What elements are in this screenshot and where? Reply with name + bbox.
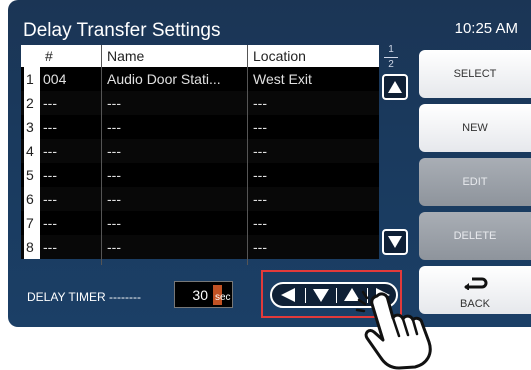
- new-button[interactable]: NEW: [419, 104, 531, 152]
- table-row[interactable]: 1 004 Audio Door Stati... West Exit: [21, 67, 379, 91]
- row-index: 4: [24, 139, 40, 163]
- pointing-hand-icon: [355, 290, 432, 370]
- row-number: ---: [43, 191, 57, 207]
- select-button[interactable]: SELECT: [419, 50, 531, 98]
- row-name: Audio Door Stati...: [107, 71, 221, 87]
- row-location: ---: [253, 95, 267, 111]
- table-row[interactable]: 5 --- --- ---: [21, 163, 379, 187]
- edit-button[interactable]: EDIT: [419, 158, 531, 206]
- header-location: Location: [253, 48, 306, 64]
- cursor-down-button[interactable]: [307, 286, 335, 304]
- row-number: 004: [43, 71, 67, 87]
- cursor-left-button[interactable]: [275, 286, 303, 304]
- scroll-down-icon: [388, 236, 402, 248]
- scroll-up-icon: [388, 81, 402, 93]
- row-name: ---: [107, 239, 121, 255]
- row-number: ---: [43, 143, 57, 159]
- back-arrow-icon: [464, 277, 488, 290]
- row-index: 6: [24, 187, 40, 211]
- column-divider: [101, 45, 102, 265]
- delay-timer-label: DELAY TIMER --------: [27, 290, 141, 304]
- fraction-bar: [384, 57, 398, 58]
- row-number: ---: [43, 95, 57, 111]
- nav-divider: [305, 288, 306, 303]
- edit-label: EDIT: [462, 176, 488, 188]
- row-number: ---: [43, 167, 57, 183]
- page-current: 1: [388, 44, 394, 55]
- clock: 10:25 AM: [454, 20, 518, 37]
- delete-label: DELETE: [453, 230, 497, 242]
- table-row[interactable]: 3 --- --- ---: [21, 115, 379, 139]
- scroll-up-button[interactable]: [382, 74, 408, 100]
- row-name: ---: [107, 119, 121, 135]
- page-total: 2: [388, 59, 394, 70]
- row-location: ---: [253, 215, 267, 231]
- row-index: 7: [24, 211, 40, 235]
- row-location: ---: [253, 143, 267, 159]
- table-row[interactable]: 8 --- --- ---: [21, 235, 379, 259]
- table-row[interactable]: 7 --- --- ---: [21, 211, 379, 235]
- row-name: ---: [107, 167, 121, 183]
- table-row[interactable]: 6 --- --- ---: [21, 187, 379, 211]
- row-name: ---: [107, 143, 121, 159]
- scroll-down-button[interactable]: [382, 229, 408, 255]
- row-location: ---: [253, 119, 267, 135]
- row-location: ---: [253, 239, 267, 255]
- left-arrow-icon: [281, 288, 295, 302]
- delay-timer-value: 30: [192, 287, 208, 303]
- header-name: Name: [107, 48, 145, 64]
- row-number: ---: [43, 215, 57, 231]
- row-index: 8: [24, 235, 40, 259]
- row-name: ---: [107, 95, 121, 111]
- row-location: ---: [253, 191, 267, 207]
- delay-timer-unit: sec: [215, 292, 231, 303]
- row-index: 3: [24, 115, 40, 139]
- row-index: 5: [24, 163, 40, 187]
- down-arrow-icon: [313, 289, 329, 302]
- table-row[interactable]: 4 --- --- ---: [21, 139, 379, 163]
- page-title: Delay Transfer Settings: [23, 20, 221, 41]
- select-label: SELECT: [453, 68, 497, 80]
- table-header: # Name Location: [21, 45, 379, 67]
- column-divider: [247, 45, 248, 265]
- row-location: ---: [253, 167, 267, 183]
- transfer-table: # Name Location 1 004 Audio Door Stati..…: [21, 45, 379, 265]
- delete-button[interactable]: DELETE: [419, 212, 531, 260]
- row-location: West Exit: [253, 71, 312, 87]
- nav-divider: [336, 288, 337, 303]
- row-index: 2: [24, 91, 40, 115]
- row-number: ---: [43, 119, 57, 135]
- new-label: NEW: [462, 122, 488, 134]
- header-number: #: [45, 48, 53, 64]
- row-name: ---: [107, 215, 121, 231]
- row-index: 1: [24, 67, 40, 91]
- row-name: ---: [107, 191, 121, 207]
- page-indicator: 1 2: [380, 44, 402, 71]
- table-row[interactable]: 2 --- --- ---: [21, 91, 379, 115]
- row-number: ---: [43, 239, 57, 255]
